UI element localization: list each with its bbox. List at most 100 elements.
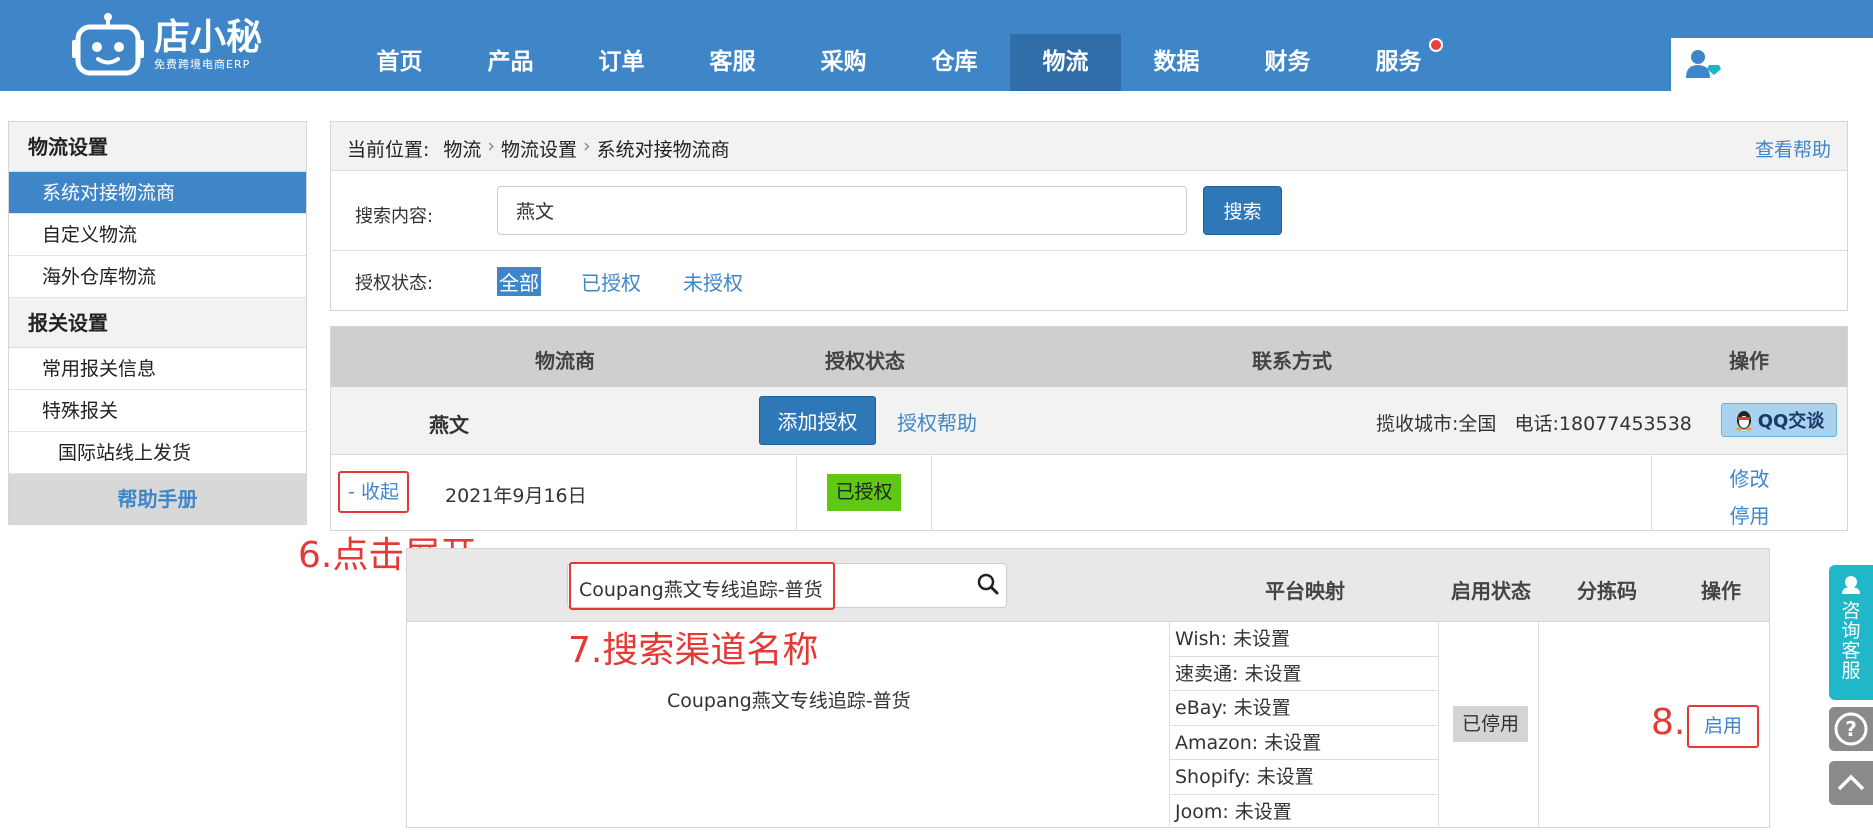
edit-link[interactable]: 修改: [1730, 463, 1770, 492]
consult-service-button[interactable]: 咨询客服: [1829, 565, 1873, 700]
sidebar-item-overseas-warehouse[interactable]: 海外仓库物流: [9, 256, 306, 298]
help-button[interactable]: ?: [1829, 707, 1873, 751]
channel-table-header: Coupang燕文专线追踪-普货 平台映射 启用状态 分拣码 操作: [407, 549, 1769, 622]
consult-service-label: 咨询客服: [1829, 601, 1873, 681]
mapping-aliexpress: 速卖通: 未设置: [1170, 657, 1438, 691]
header-channel-actions: 操作: [1701, 579, 1741, 603]
header-enable-status: 启用状态: [1451, 579, 1531, 603]
logo-subtitle: 免费跨境电商ERP: [154, 58, 251, 71]
nav-services-label: 服务: [1375, 49, 1422, 75]
back-to-top-button[interactable]: [1829, 761, 1873, 805]
disable-link[interactable]: 停用: [1730, 500, 1770, 529]
robot-logo-icon: [72, 13, 144, 76]
search-label: 搜索内容:: [355, 206, 434, 227]
filter-all[interactable]: 全部: [497, 267, 541, 296]
mapping-ebay: eBay: 未设置: [1170, 691, 1438, 726]
question-icon: ?: [1834, 712, 1868, 746]
table-header: 物流商 授权状态 联系方式 操作: [331, 327, 1847, 387]
nav-customer-service[interactable]: 客服: [677, 34, 788, 91]
enable-button[interactable]: 启用: [1687, 705, 1759, 748]
breadcrumb-item: 系统对接物流商: [596, 139, 730, 161]
nav-home[interactable]: 首页: [344, 34, 455, 91]
user-icon: [1686, 50, 1721, 78]
table-row: 燕文 添加授权 授权帮助 揽收城市:全国 电话:18077453538 QQ交谈: [331, 387, 1847, 455]
chevron-up-icon: [1837, 774, 1865, 791]
header-carrier: 物流商: [535, 349, 595, 373]
sidebar-item-custom-logistics[interactable]: 自定义物流: [9, 214, 306, 256]
sidebar-item-intl-online-shipping[interactable]: 国际站线上发货: [9, 432, 306, 474]
header-auth-status: 授权状态: [825, 349, 905, 373]
collapse-button[interactable]: - 收起: [338, 471, 409, 513]
carrier-name: 燕文: [429, 413, 469, 437]
sidebar-group-customs: 报关设置: [9, 298, 306, 348]
sidebar-item-customs-info[interactable]: 常用报关信息: [9, 348, 306, 390]
nav-data[interactable]: 数据: [1121, 34, 1232, 91]
mapping-wish: Wish: 未设置: [1170, 622, 1438, 657]
top-header: 店小秘 免费跨境电商ERP 首页 产品 订单 客服 采购 仓库 物流 数据 财务…: [0, 0, 1873, 91]
filter-unauthorized[interactable]: 未授权: [681, 267, 745, 296]
breadcrumb: 当前位置: 物流 › 物流设置 › 系统对接物流商: [347, 135, 730, 162]
auth-date: 2021年9月16日: [445, 485, 587, 507]
header-contact: 联系方式: [1252, 349, 1332, 373]
header-sort-code: 分拣码: [1577, 579, 1637, 603]
headset-icon: [1842, 576, 1860, 594]
view-help-link[interactable]: 查看帮助: [1755, 135, 1831, 162]
consult-service-text: 咨询客服: [1841, 600, 1861, 682]
header-platform-mapping: 平台映射: [1265, 579, 1345, 603]
status-badge: 已停用: [1453, 706, 1528, 742]
channel-table: Coupang燕文专线追踪-普货 平台映射 启用状态 分拣码 操作 Coupan…: [406, 548, 1770, 828]
main-nav: 首页 产品 订单 客服 采购 仓库 物流 数据 财务 服务: [344, 34, 1454, 91]
search-button[interactable]: 搜索: [1203, 186, 1282, 235]
auth-status-filters: 全部 已授权 未授权: [497, 267, 745, 296]
nav-orders[interactable]: 订单: [566, 34, 677, 91]
platform-mapping-list: Wish: 未设置 速卖通: 未设置 eBay: 未设置 Amazon: 未设置…: [1169, 622, 1439, 828]
carrier-contact: 揽收城市:全国 电话:18077453538: [1376, 413, 1692, 435]
status-badge: 已授权: [827, 474, 901, 511]
column-divider: [796, 455, 797, 531]
qq-chat-label: QQ交谈: [1757, 411, 1825, 432]
nav-finance[interactable]: 财务: [1232, 34, 1343, 91]
chevron-right-icon: ›: [487, 135, 496, 157]
user-menu[interactable]: [1671, 38, 1873, 91]
header-actions: 操作: [1729, 349, 1769, 373]
search-icon[interactable]: [977, 573, 999, 595]
nav-logistics[interactable]: 物流: [1010, 34, 1121, 91]
auth-help-link[interactable]: 授权帮助: [897, 407, 977, 436]
sidebar-item-special-customs[interactable]: 特殊报关: [9, 390, 306, 432]
column-divider: [931, 455, 932, 531]
table-row: - 收起 2021年9月16日 已授权 修改 停用: [331, 455, 1847, 531]
annotation-step7: 7.搜索渠道名称: [568, 630, 819, 671]
enable-status-cell: 已停用: [1439, 622, 1539, 828]
svg-text:?: ?: [1845, 717, 1857, 741]
annotation-step8: 8.: [1651, 702, 1686, 743]
sidebar-help-manual[interactable]: 帮助手册: [9, 474, 306, 524]
nav-services[interactable]: 服务: [1343, 34, 1454, 91]
qq-penguin-icon: [1735, 411, 1752, 431]
sort-code-cell: [1539, 622, 1669, 828]
channel-search-input[interactable]: Coupang燕文专线追踪-普货: [579, 575, 823, 602]
nav-products[interactable]: 产品: [455, 34, 566, 91]
logo[interactable]: 店小秘 免费跨境电商ERP: [72, 12, 262, 78]
notification-dot: [1429, 38, 1443, 52]
filter-panel: 当前位置: 物流 › 物流设置 › 系统对接物流商 查看帮助 搜索内容: 搜索 …: [330, 121, 1848, 311]
auth-status-label: 授权状态:: [355, 273, 434, 294]
row-actions: 修改 停用: [1651, 463, 1848, 529]
carrier-table: 物流商 授权状态 联系方式 操作 燕文 添加授权 授权帮助 揽收城市:全国 电话…: [330, 326, 1848, 531]
sidebar: 物流设置 系统对接物流商 自定义物流 海外仓库物流 报关设置 常用报关信息 特殊…: [8, 121, 307, 525]
breadcrumb-item[interactable]: 物流: [443, 135, 481, 162]
breadcrumb-label: 当前位置:: [347, 139, 430, 161]
sidebar-item-system-carriers[interactable]: 系统对接物流商: [9, 172, 306, 214]
chevron-right-icon: ›: [583, 135, 591, 157]
nav-purchasing[interactable]: 采购: [788, 34, 899, 91]
breadcrumb-item[interactable]: 物流设置: [501, 135, 577, 162]
mapping-joom: Joom: 未设置: [1175, 800, 1292, 823]
filter-authorized[interactable]: 已授权: [579, 267, 643, 296]
qq-chat-button[interactable]: QQ交谈: [1721, 403, 1837, 437]
search-input[interactable]: [497, 186, 1187, 235]
nav-warehouse[interactable]: 仓库: [899, 34, 1010, 91]
sidebar-group-logistics: 物流设置: [9, 122, 306, 172]
mapping-amazon: Amazon: 未设置: [1170, 726, 1438, 760]
channel-name: Coupang燕文专线追踪-普货: [667, 690, 911, 712]
breadcrumb-bar: 当前位置: 物流 › 物流设置 › 系统对接物流商 查看帮助: [331, 122, 1847, 171]
add-auth-button[interactable]: 添加授权: [759, 396, 876, 445]
